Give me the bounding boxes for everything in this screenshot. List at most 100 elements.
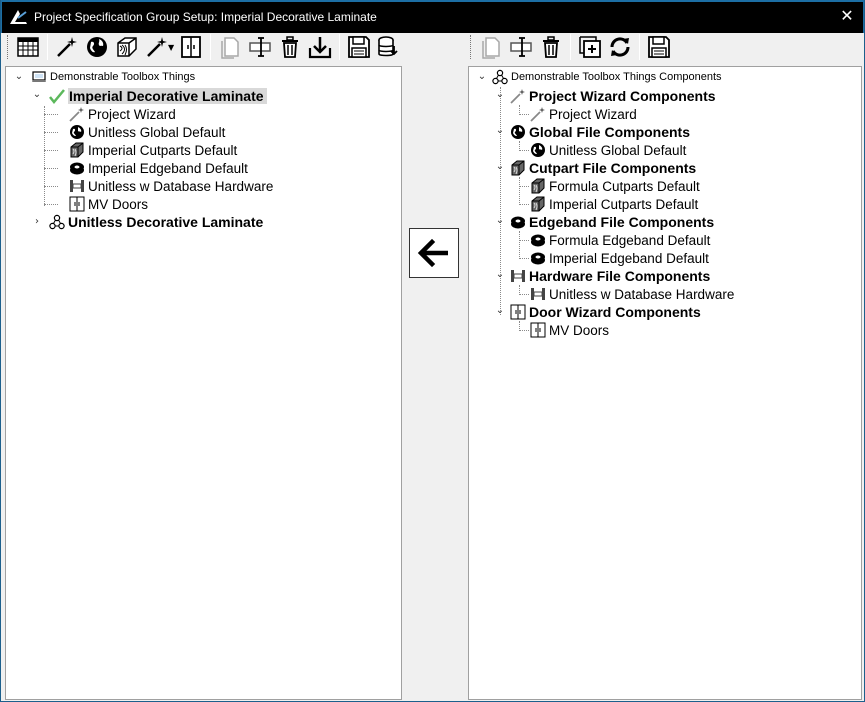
global-button[interactable]: [83, 33, 111, 61]
tree-group[interactable]: Hardware File Components: [509, 267, 710, 285]
tree-item[interactable]: Unitless Global Default: [68, 123, 225, 141]
tree-item[interactable]: Project Wizard: [68, 105, 176, 123]
collapse-toggle[interactable]: ⌄: [477, 72, 487, 82]
toolbar-grip[interactable]: [470, 35, 473, 59]
tree-item-label: Project Wizard: [549, 106, 637, 122]
import-button[interactable]: [306, 33, 334, 61]
tree-line: [44, 186, 58, 187]
save-button[interactable]: [645, 33, 673, 61]
door-icon: [529, 322, 546, 339]
save-button[interactable]: [345, 33, 373, 61]
tree-item-label: Imperial Edgeband Default: [88, 160, 248, 176]
collapse-toggle[interactable]: ⌄: [495, 270, 505, 280]
tree-line: [44, 114, 58, 115]
transfer-left-button[interactable]: [409, 228, 459, 278]
tree-line: [44, 106, 45, 206]
edgeband-icon: [509, 214, 526, 231]
tree-line: [519, 231, 520, 259]
door-icon: [181, 36, 202, 58]
cube-icon: [68, 142, 85, 159]
tree-group-imperial-decorative-laminate[interactable]: Imperial Decorative Laminate: [48, 87, 267, 105]
tree-item-label: Project Wizard: [88, 106, 176, 122]
collapse-toggle[interactable]: ⌄: [495, 90, 505, 100]
collapse-toggle[interactable]: ⌄: [32, 90, 42, 100]
tree-group[interactable]: Door Wizard Components: [509, 303, 701, 321]
add-button[interactable]: [576, 33, 604, 61]
tree-group-label: Imperial Decorative Laminate: [68, 88, 267, 104]
components-icon: [491, 69, 508, 86]
tree-item[interactable]: Imperial Cutparts Default: [529, 195, 698, 213]
edgeband-icon: [529, 250, 546, 267]
rename-button[interactable]: [507, 33, 535, 61]
tree-root[interactable]: Demonstrable Toolbox Things Components: [491, 68, 722, 86]
toolbar-separator: [210, 34, 212, 60]
tree-item[interactable]: Formula Cutparts Default: [529, 177, 700, 195]
tree-line: [519, 114, 529, 115]
spreadsheet-icon: [17, 37, 39, 57]
tree-line: [500, 87, 501, 315]
collapse-toggle[interactable]: ⌄: [14, 72, 24, 82]
tree-group[interactable]: Global File Components: [509, 123, 690, 141]
globe-icon: [68, 124, 85, 141]
tree-item-label: Imperial Edgeband Default: [549, 250, 709, 266]
collapse-toggle[interactable]: ⌄: [495, 126, 505, 136]
left-toolbar: ▼: [5, 31, 404, 63]
close-button[interactable]: ✕: [839, 8, 855, 24]
delete-button[interactable]: [537, 33, 565, 61]
save-database-button[interactable]: [375, 33, 403, 61]
tree-item[interactable]: Imperial Edgeband Default: [529, 249, 709, 267]
components-panel[interactable]: ⌄ Demonstrable Toolbox Things Components…: [468, 66, 862, 700]
specification-groups-tree: ⌄ Demonstrable Toolbox Things ⌄ Imperial…: [6, 67, 401, 699]
save-database-icon: [378, 36, 398, 57]
tree-item[interactable]: Project Wizard: [529, 105, 637, 123]
specification-groups-panel[interactable]: ⌄ Demonstrable Toolbox Things ⌄ Imperial…: [5, 66, 402, 700]
tree-item[interactable]: Unitless Global Default: [529, 141, 686, 159]
rename-button[interactable]: [246, 33, 274, 61]
cube-icon: [509, 160, 526, 177]
tree-item-label: MV Doors: [549, 322, 610, 338]
copy-button[interactable]: [477, 33, 505, 61]
refresh-icon: [610, 37, 630, 57]
tree-item[interactable]: Imperial Cutparts Default: [68, 141, 237, 159]
tree-root[interactable]: Demonstrable Toolbox Things: [30, 68, 195, 86]
tree-item[interactable]: MV Doors: [68, 195, 148, 213]
tree-item[interactable]: MV Doors: [529, 321, 609, 339]
tree-root-label: Demonstrable Toolbox Things: [50, 71, 196, 83]
tree-group[interactable]: Edgeband File Components: [509, 213, 714, 231]
expand-toggle[interactable]: ›: [32, 217, 42, 227]
tree-group-label: Project Wizard Components: [529, 88, 716, 104]
globe-icon: [509, 124, 526, 141]
copy-button[interactable]: [216, 33, 244, 61]
collapse-toggle[interactable]: ⌄: [495, 306, 505, 316]
collapse-toggle[interactable]: ⌄: [495, 216, 505, 226]
spreadsheet-button[interactable]: [14, 33, 42, 61]
title-bar: Project Specification Group Setup: Imper…: [1, 0, 864, 33]
tree-item[interactable]: Unitless w Database Hardware: [68, 177, 273, 195]
copy-icon: [221, 37, 239, 59]
tree-group[interactable]: Project Wizard Components: [509, 87, 716, 105]
wizard-dropdown-button[interactable]: [143, 33, 171, 61]
collapse-toggle[interactable]: ⌄: [495, 162, 505, 172]
project-wizard-button[interactable]: [53, 33, 81, 61]
hardware-icon: [509, 268, 526, 285]
toolbar-grip[interactable]: [7, 35, 10, 59]
tree-item-label: Unitless w Database Hardware: [88, 178, 274, 194]
tree-item[interactable]: Imperial Edgeband Default: [68, 159, 248, 177]
app-logo-icon: [10, 10, 27, 24]
globe-icon: [529, 142, 546, 159]
edgeband-icon: [529, 232, 546, 249]
refresh-button[interactable]: [606, 33, 634, 61]
tree-item[interactable]: Formula Edgeband Default: [529, 231, 710, 249]
tree-line: [519, 150, 529, 151]
door-button[interactable]: [177, 33, 205, 61]
cutparts-button[interactable]: [113, 33, 141, 61]
tree-group[interactable]: Cutpart File Components: [509, 159, 696, 177]
dropdown-arrow-icon[interactable]: ▼: [168, 43, 174, 52]
tree-item-label: Imperial Cutparts Default: [549, 196, 699, 212]
tree-line: [519, 177, 520, 205]
tree-group-unitless-decorative-laminate[interactable]: Unitless Decorative Laminate: [48, 213, 263, 231]
tree-line: [519, 294, 529, 295]
tree-group-label: Cutpart File Components: [529, 160, 697, 176]
delete-button[interactable]: [276, 33, 304, 61]
tree-item[interactable]: Unitless w Database Hardware: [529, 285, 734, 303]
